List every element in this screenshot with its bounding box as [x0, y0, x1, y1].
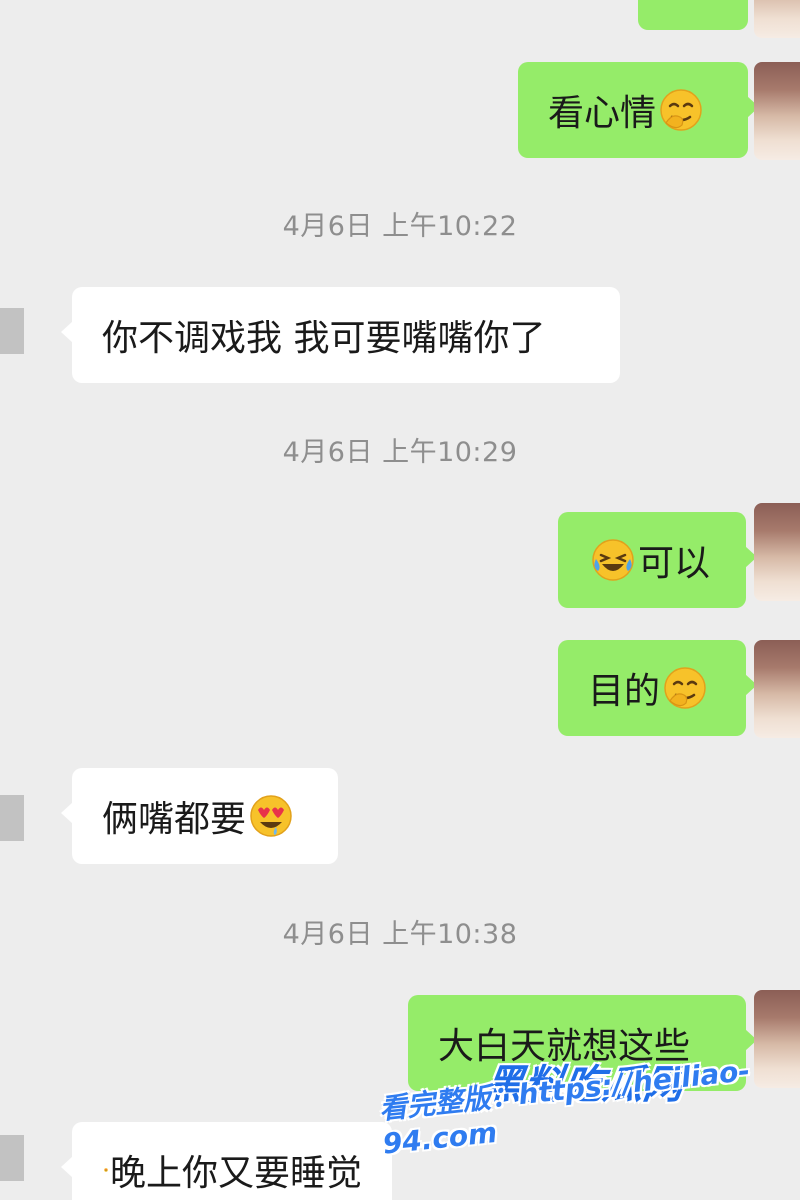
timestamp: 4月6日 上午10:29 [282, 437, 518, 468]
avatar[interactable] [0, 1135, 24, 1181]
message-text: 大白天就想这些 [438, 1026, 691, 1067]
message-bubble[interactable]: 目的 [558, 640, 757, 736]
heart-eyes-drool-emoji [104, 1168, 108, 1172]
facepalm-smile-emoji [664, 667, 706, 709]
avatar[interactable] [0, 308, 24, 354]
avatar[interactable] [754, 640, 800, 738]
avatar[interactable] [0, 795, 24, 841]
chat-history[interactable]: 看心情 4月6日 上午10:22 你不调戏我 我可要嘴嘴你了 4月6日 上午10… [0, 0, 800, 1200]
message-bubble-partial[interactable] [638, 0, 748, 30]
message-text: 看心情 [548, 93, 657, 134]
heart-eyes-drool-emoji [250, 795, 292, 837]
message-text: 你不调戏我 我可要嘴嘴你了 [102, 318, 546, 359]
message-text: 晚上你又要睡觉 [109, 1153, 362, 1194]
message-bubble[interactable]: 你不调戏我 我可要嘴嘴你了 [61, 287, 620, 383]
message-bubble[interactable]: 晚上你又要睡觉 [61, 1122, 392, 1200]
facepalm-smile-emoji [660, 89, 702, 131]
message-text: 目的 [588, 671, 661, 712]
timestamp: 4月6日 上午10:38 [282, 919, 518, 950]
laugh-cry-emoji [592, 539, 634, 581]
message-bubble[interactable]: 俩嘴都要 [61, 768, 338, 864]
timestamp: 4月6日 上午10:22 [282, 211, 518, 242]
message-bubble[interactable]: 看心情 [518, 62, 759, 158]
avatar[interactable] [754, 503, 800, 601]
avatar[interactable] [754, 0, 800, 38]
message-bubble[interactable]: 大白天就想这些 [408, 995, 757, 1091]
avatar[interactable] [754, 990, 800, 1088]
message-text: 俩嘴都要 [102, 799, 247, 840]
avatar[interactable] [754, 62, 800, 160]
message-text: 可以 [638, 543, 711, 584]
message-bubble[interactable]: 可以 [558, 512, 757, 608]
